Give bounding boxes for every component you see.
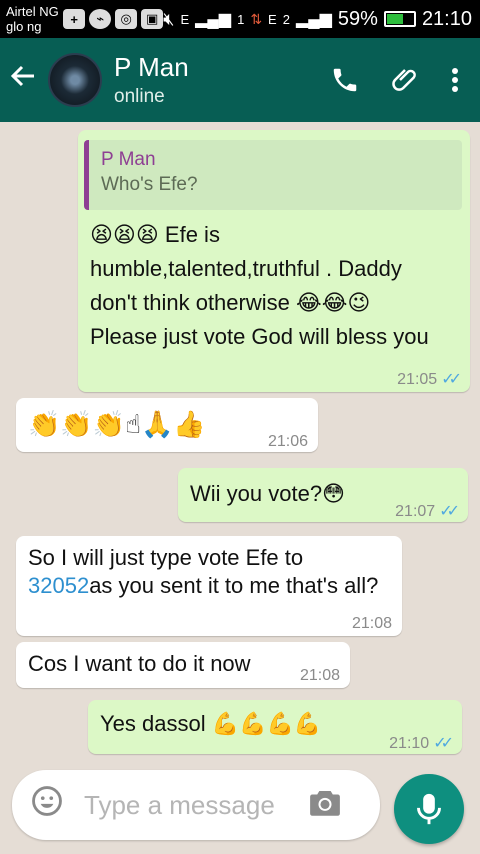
chat-header: P Man online xyxy=(0,38,480,122)
notification-icons: + ⌁ ◎ ▣ xyxy=(63,9,164,29)
status-bar: Airtel NG glo ng + ⌁ ◎ ▣ 🔇︎ E ▂▄▆ 1 ⇅ E … xyxy=(0,0,480,38)
read-ticks-icon: ✓✓ xyxy=(439,503,460,520)
contact-name: P Man xyxy=(114,52,189,82)
message-bubble-outgoing[interactable]: Yes dassol 💪💪💪💪 21:10 ✓✓ xyxy=(88,700,462,754)
quoted-text: Who's Efe? xyxy=(101,174,198,195)
message-text: 👏👏👏☝🙏👍 xyxy=(28,409,206,439)
message-text: So I will just type vote Efe to 32052as … xyxy=(28,544,390,600)
message-text-before: So I will just type vote Efe to xyxy=(28,545,304,570)
message-time: 21:08 xyxy=(351,615,392,632)
attach-icon[interactable] xyxy=(390,65,420,95)
mute-icon: 🔇︎ xyxy=(163,8,175,29)
contact-info[interactable]: P Man online xyxy=(114,52,189,108)
battery-percent: 59% xyxy=(337,7,378,30)
read-ticks-icon: ✓✓ xyxy=(433,735,454,752)
network-type-1: E xyxy=(180,11,190,27)
read-ticks-icon: ✓✓ xyxy=(441,371,462,388)
message-meta: 21:10 ✓✓ xyxy=(389,730,454,758)
message-time: 21:06 xyxy=(267,433,308,450)
gallery-icon: ▣ xyxy=(141,9,164,29)
message-bubble-outgoing[interactable]: Wii you vote?😳 21:07 ✓✓ xyxy=(178,468,468,522)
phone-number-link[interactable]: 32052 xyxy=(28,573,89,598)
back-arrow-icon[interactable] xyxy=(8,61,48,99)
sim-2-label: 2 xyxy=(282,11,290,27)
message-text: 😫😫😫 Efe is humble,talented,truthful . Da… xyxy=(90,222,429,349)
message-text-after: as you sent it to me that's all? xyxy=(89,573,379,598)
message-bubble-outgoing[interactable]: P Man Who's Efe? 😫😫😫 Efe is humble,talen… xyxy=(78,130,470,392)
message-time: 21:10 xyxy=(389,735,430,752)
carrier-1: Airtel NG xyxy=(6,4,59,19)
message-bubble-incoming[interactable]: Cos I want to do it now 21:08 xyxy=(16,642,350,688)
network-type-2: E xyxy=(268,11,277,27)
plus-box-icon: + xyxy=(63,9,86,29)
carrier-2: glo ng xyxy=(6,19,42,34)
message-text: Cos I want to do it now xyxy=(28,651,251,676)
data-icon: ⇅ xyxy=(250,10,263,27)
message-composer xyxy=(12,770,380,840)
system-status: 🔇︎ E ▂▄▆ 1 ⇅ E 2 ▂▄▆ 59% 21:10 xyxy=(163,8,480,31)
message-time: 21:08 xyxy=(299,667,340,684)
header-actions xyxy=(330,65,480,95)
avatar[interactable] xyxy=(48,53,102,107)
clock: 21:10 xyxy=(421,7,472,30)
messenger-icon: ⌁ xyxy=(89,9,112,29)
camera-icon[interactable] xyxy=(308,788,342,823)
quoted-message[interactable]: P Man Who's Efe? xyxy=(84,140,462,210)
emoji-icon[interactable] xyxy=(30,784,64,826)
quoted-sender: P Man xyxy=(101,149,156,170)
sim-1-label: 1 xyxy=(237,11,245,27)
message-list[interactable]: P Man Who's Efe? 😫😫😫 Efe is humble,talen… xyxy=(0,122,480,756)
message-bubble-incoming[interactable]: So I will just type vote Efe to 32052as … xyxy=(16,536,402,636)
message-time: 21:07 xyxy=(395,503,436,520)
phone-icon[interactable] xyxy=(330,65,360,95)
carrier-names: Airtel NG glo ng xyxy=(0,4,59,34)
instagram-icon: ◎ xyxy=(115,9,138,29)
signal-icon-2: ▂▄▆ xyxy=(295,11,332,28)
more-icon[interactable] xyxy=(450,65,460,95)
microphone-icon[interactable] xyxy=(394,774,464,844)
signal-icon: ▂▄▆ xyxy=(195,11,232,28)
message-time: 21:05 xyxy=(397,371,438,388)
message-meta: 21:05 ✓✓ xyxy=(397,366,462,394)
contact-status: online xyxy=(114,86,165,107)
message-meta: 21:07 ✓✓ xyxy=(395,498,460,526)
message-input[interactable] xyxy=(84,789,302,821)
message-bubble-incoming[interactable]: 👏👏👏☝🙏👍 21:06 xyxy=(16,398,318,452)
battery-icon xyxy=(383,11,416,27)
